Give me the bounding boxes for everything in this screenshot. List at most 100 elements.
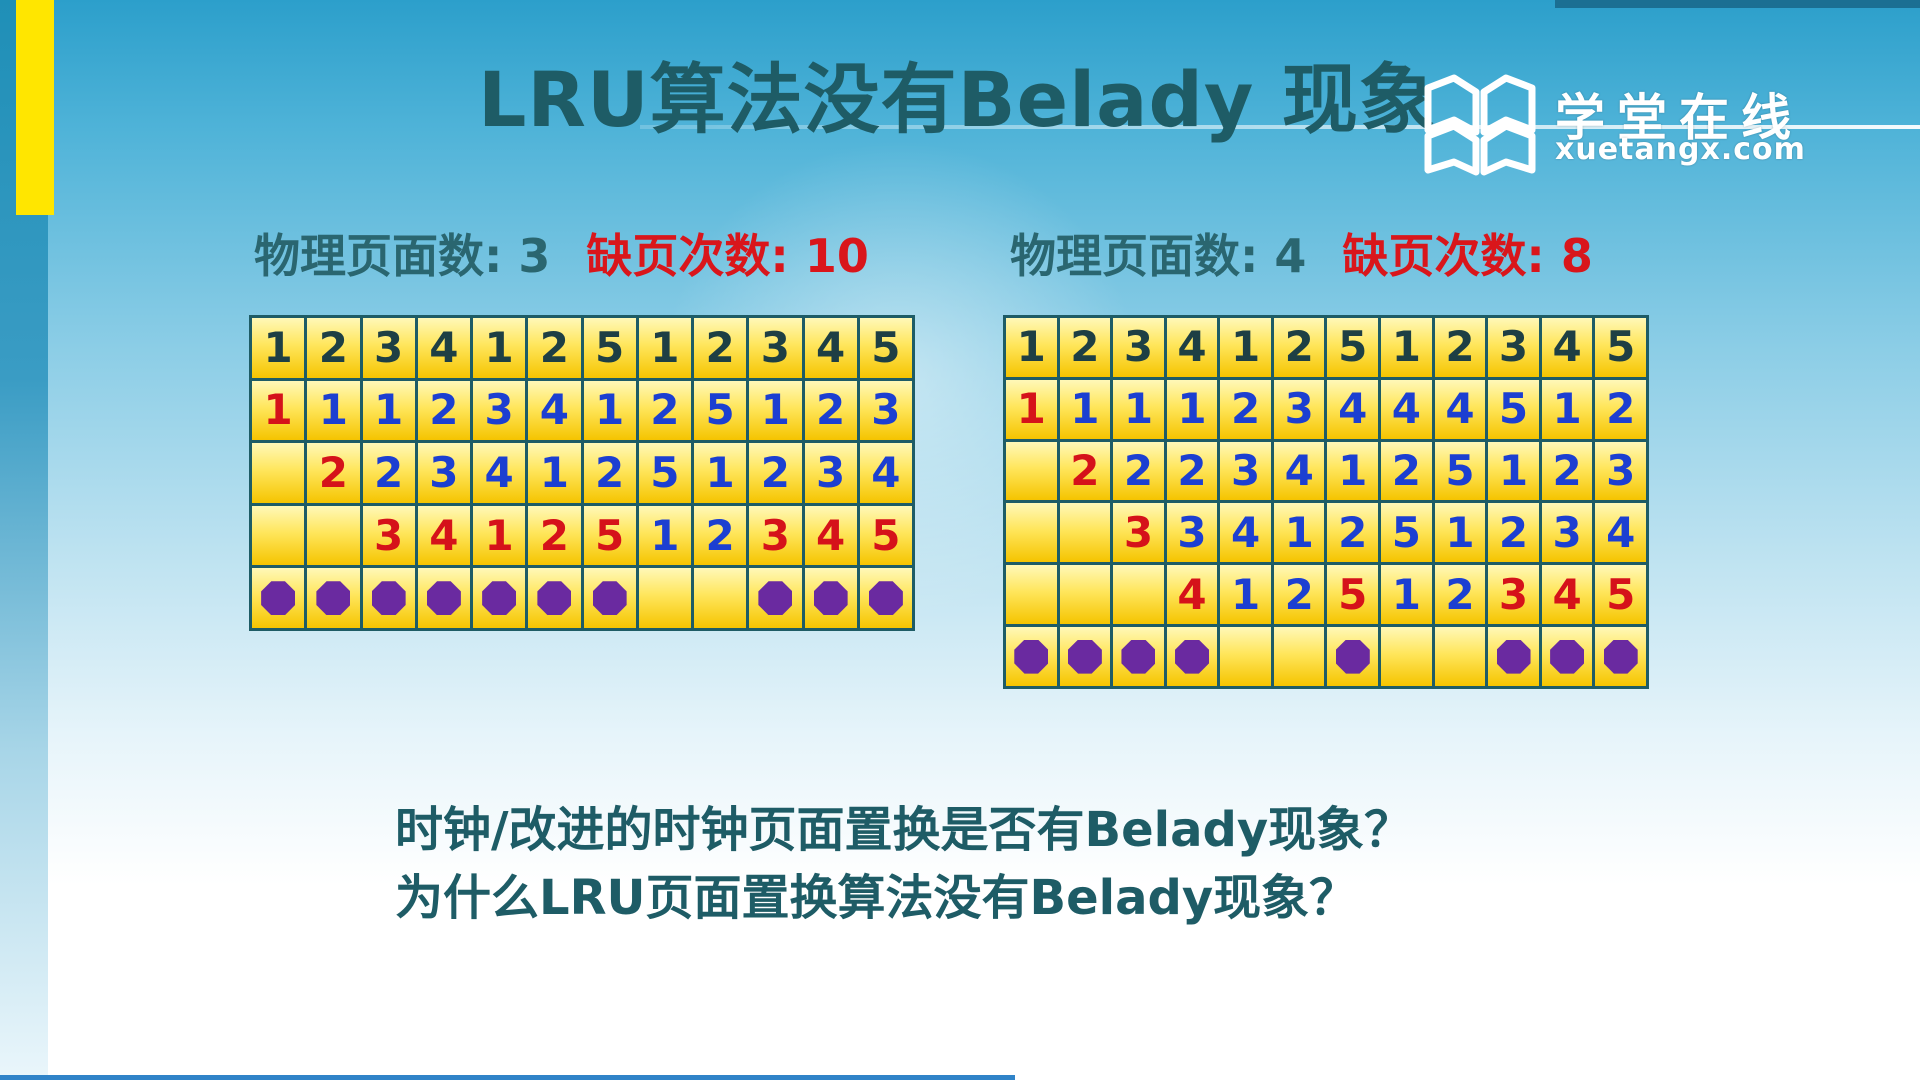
octagon-fault-icon bbox=[1121, 639, 1156, 674]
frame-cell: 1 bbox=[1059, 379, 1111, 439]
reference-cell: 4 bbox=[417, 318, 470, 378]
fault-cell bbox=[528, 568, 581, 628]
reference-cell: 5 bbox=[583, 318, 636, 378]
right-info: 物理页面数: 4 缺页次数: 8 bbox=[1010, 220, 1593, 283]
frame-cell: 4 bbox=[528, 380, 581, 441]
frame-cell bbox=[252, 505, 305, 566]
frame-cell: 2 bbox=[1273, 565, 1325, 625]
frame-cell: 1 bbox=[362, 380, 415, 441]
fault-cell bbox=[473, 568, 526, 628]
fault-cell bbox=[694, 568, 747, 628]
frame-cell: 3 bbox=[1488, 565, 1539, 625]
frame-cell: 2 bbox=[1166, 441, 1218, 501]
fault-cell bbox=[1113, 627, 1164, 686]
top-strip bbox=[1555, 0, 1920, 8]
frame-cell: 4 bbox=[1541, 565, 1593, 625]
reference-cell: 3 bbox=[749, 318, 802, 378]
frame-cell: 3 bbox=[362, 505, 415, 566]
frame-cell bbox=[1059, 565, 1111, 625]
frame-cell: 3 bbox=[804, 443, 857, 503]
frame-cell: 2 bbox=[638, 380, 691, 441]
frame-cell: 2 bbox=[307, 443, 360, 503]
left-faults-label: 缺页次数: 10 bbox=[586, 229, 869, 283]
frame-cell: 3 bbox=[1541, 503, 1593, 563]
frame-cell: 3 bbox=[1273, 379, 1325, 439]
left-info: 物理页面数: 3 缺页次数: 10 bbox=[254, 220, 869, 283]
frame-cell: 1 bbox=[473, 505, 526, 566]
reference-cell: 2 bbox=[1059, 318, 1111, 377]
octagon-fault-icon bbox=[868, 581, 903, 616]
frame-cell: 2 bbox=[583, 443, 636, 503]
frame-cell: 1 bbox=[252, 380, 305, 441]
octagon-fault-icon bbox=[482, 581, 517, 616]
frame-cell: 2 bbox=[1113, 441, 1164, 501]
frame-cell: 2 bbox=[1327, 503, 1379, 563]
xuetangx-logo: 学堂在线 xuetangx.com bbox=[1420, 70, 1840, 180]
frame-cell: 3 bbox=[417, 443, 470, 503]
fault-cell bbox=[804, 568, 857, 628]
frame-cell: 4 bbox=[473, 443, 526, 503]
frame-cell: 1 bbox=[583, 380, 636, 441]
frame-cell: 5 bbox=[1327, 565, 1379, 625]
frame-cell: 1 bbox=[307, 380, 360, 441]
reference-cell: 1 bbox=[1220, 318, 1271, 377]
slide-canvas: LRU算法没有Belady 现象 学堂在线 xuetangx.com 物理页面数… bbox=[0, 0, 1920, 1080]
frame-cell: 4 bbox=[1434, 379, 1486, 439]
fault-cell bbox=[362, 568, 415, 628]
frame-cell: 4 bbox=[1381, 379, 1432, 439]
octagon-fault-icon bbox=[316, 581, 351, 616]
accent-bar bbox=[16, 0, 54, 215]
reference-cell: 3 bbox=[362, 318, 415, 378]
frame-cell: 3 bbox=[1220, 441, 1271, 501]
frame-cell: 5 bbox=[694, 380, 747, 441]
frame-cell: 1 bbox=[1006, 379, 1057, 439]
frame-cell: 1 bbox=[1541, 379, 1593, 439]
fault-cell bbox=[307, 568, 360, 628]
frame-cell bbox=[252, 443, 305, 503]
frame-cell: 3 bbox=[1595, 441, 1646, 501]
frame-cell: 4 bbox=[1166, 565, 1218, 625]
reference-cell: 2 bbox=[307, 318, 360, 378]
frame-cell: 4 bbox=[1273, 441, 1325, 501]
frame-cell: 1 bbox=[1273, 503, 1325, 563]
frame-cell: 2 bbox=[1059, 441, 1111, 501]
logo-url: xuetangx.com bbox=[1555, 132, 1806, 167]
octagon-fault-icon bbox=[592, 581, 627, 616]
frame-cell: 2 bbox=[1434, 565, 1486, 625]
frame-cell bbox=[1006, 503, 1057, 563]
reference-cell: 2 bbox=[694, 318, 747, 378]
frame-cell: 1 bbox=[749, 380, 802, 441]
reference-cell: 3 bbox=[1113, 318, 1164, 377]
reference-cell: 2 bbox=[1434, 318, 1486, 377]
frame-cell bbox=[1006, 565, 1057, 625]
frame-cell: 5 bbox=[638, 443, 691, 503]
frame-cell: 5 bbox=[1381, 503, 1432, 563]
frame-cell: 2 bbox=[362, 443, 415, 503]
frame-cell: 1 bbox=[1220, 565, 1271, 625]
frame-cell: 2 bbox=[417, 380, 470, 441]
reference-cell: 5 bbox=[1327, 318, 1379, 377]
frame-cell: 2 bbox=[1220, 379, 1271, 439]
question-lru: 为什么LRU页面置换算法没有Belady现象？ bbox=[395, 870, 1358, 926]
fault-cell bbox=[1273, 627, 1325, 686]
frame-cell: 2 bbox=[1541, 441, 1593, 501]
frame-cell: 4 bbox=[1327, 379, 1379, 439]
bottom-progress-bar bbox=[0, 1075, 1015, 1080]
octagon-fault-icon bbox=[1335, 639, 1370, 674]
frame-cell: 5 bbox=[1595, 565, 1646, 625]
frame-cell: 1 bbox=[1488, 441, 1539, 501]
frame-cell bbox=[1113, 565, 1164, 625]
reference-cell: 2 bbox=[1273, 318, 1325, 377]
fault-cell bbox=[1059, 627, 1111, 686]
frame-cell: 3 bbox=[859, 380, 912, 441]
fault-cell bbox=[749, 568, 802, 628]
octagon-fault-icon bbox=[1496, 639, 1531, 674]
octagon-fault-icon bbox=[1603, 639, 1638, 674]
octagon-fault-icon bbox=[261, 581, 296, 616]
octagon-fault-icon bbox=[1175, 639, 1210, 674]
frame-cell: 2 bbox=[1381, 441, 1432, 501]
reference-cell: 4 bbox=[804, 318, 857, 378]
fault-cell bbox=[583, 568, 636, 628]
reference-cell: 3 bbox=[1488, 318, 1539, 377]
frame-cell: 2 bbox=[804, 380, 857, 441]
